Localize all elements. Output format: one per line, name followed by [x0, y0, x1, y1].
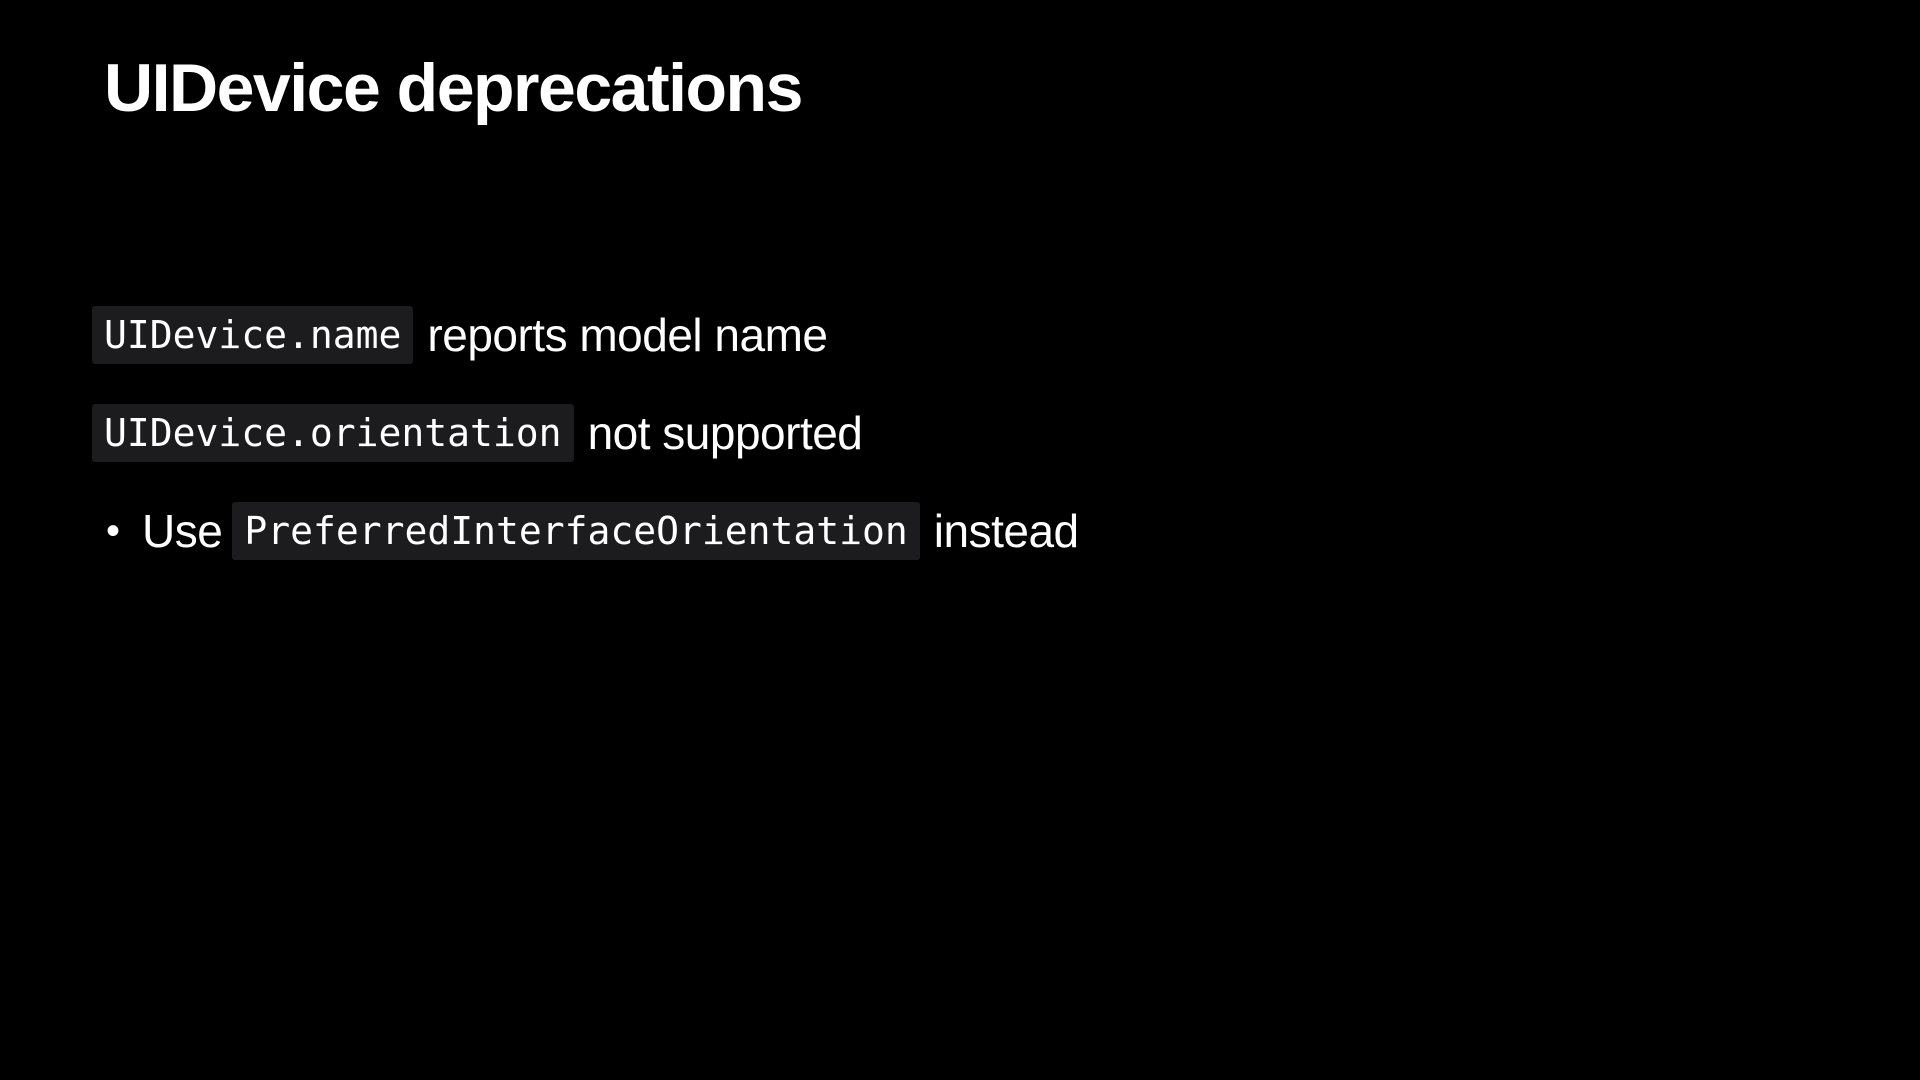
item-uidevice-name: UIDevice.name reports model name	[92, 306, 1079, 364]
item-text: not supported	[587, 407, 863, 459]
subitem-use-preferred-orientation: • Use PreferredInterfaceOrientation inst…	[92, 502, 1079, 560]
subitem-prefix: Use	[142, 505, 223, 557]
subitem-suffix: instead	[933, 505, 1079, 557]
code-uidevice-orientation: UIDevice.orientation	[92, 404, 574, 462]
item-text: reports model name	[427, 309, 828, 361]
code-preferred-interface-orientation: PreferredInterfaceOrientation	[232, 502, 920, 560]
slide-content: UIDevice.name reports model name UIDevic…	[92, 306, 1079, 600]
slide-title: UIDevice deprecations	[104, 50, 803, 126]
item-uidevice-orientation: UIDevice.orientation not supported	[92, 404, 1079, 462]
slide: UIDevice deprecations UIDevice.name repo…	[0, 0, 1920, 1080]
bullet-icon: •	[106, 509, 121, 553]
code-uidevice-name: UIDevice.name	[92, 306, 414, 364]
